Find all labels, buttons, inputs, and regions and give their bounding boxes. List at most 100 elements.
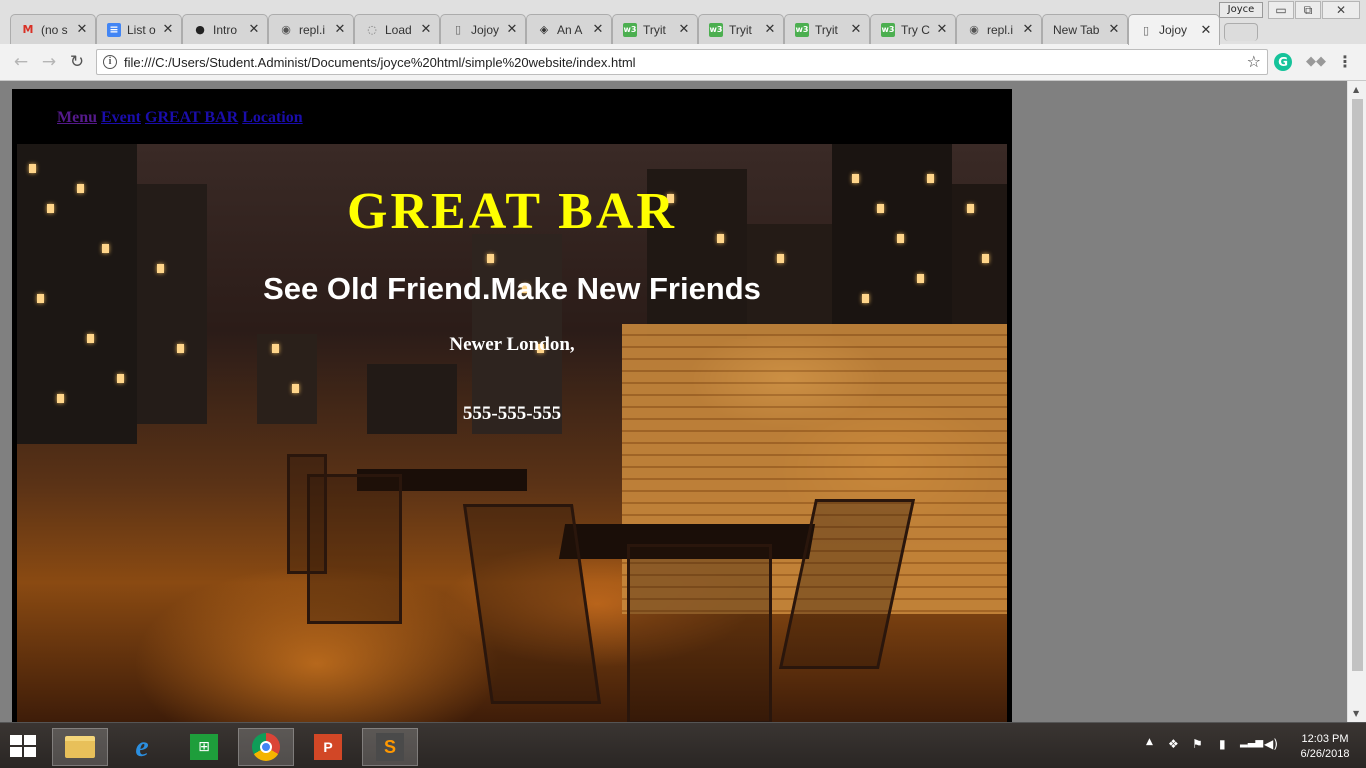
tab-4[interactable]: ◉ repl.i ✕	[268, 14, 354, 44]
minimize-button[interactable]: ▭	[1268, 1, 1294, 19]
codepen-icon: ◈	[539, 23, 549, 36]
nav-link-menu[interactable]: Menu	[57, 109, 97, 126]
scroll-down-arrow-icon[interactable]: ▼	[1353, 709, 1359, 718]
tab-label: Load	[385, 22, 412, 37]
close-tab-icon[interactable]: ✕	[1021, 22, 1035, 37]
docs-icon: ≡	[107, 22, 121, 37]
volume-icon[interactable]: ◀)	[1264, 737, 1278, 751]
tab-8[interactable]: w3 Tryit ✕	[612, 14, 698, 44]
network-icon[interactable]: ▂▃▅	[1240, 737, 1263, 748]
loading-icon: ◌	[367, 23, 377, 36]
tab-label: An A	[557, 22, 583, 37]
gmail-icon: M	[22, 23, 34, 36]
url-text[interactable]: file:///C:/Users/Student.Administ/Docume…	[124, 55, 636, 70]
page-icon: ▯	[454, 23, 462, 36]
close-tab-icon[interactable]: ✕	[505, 22, 519, 37]
tab-label: Jojoy	[471, 22, 500, 37]
tab-label: New Tab	[1053, 22, 1100, 37]
clock-date: 6/26/2018	[1300, 748, 1350, 760]
restore-button[interactable]: ⧉	[1295, 1, 1321, 19]
tab-3[interactable]: ● Intro ✕	[182, 14, 268, 44]
grammarly-icon[interactable]: G	[1274, 53, 1292, 71]
clock-time: 12:03 PM	[1301, 733, 1349, 745]
tab-6[interactable]: ▯ Jojoy ✕	[440, 14, 526, 44]
hero-tagline: See Old Friend.Make New Friends	[263, 271, 761, 306]
close-tab-icon[interactable]: ✕	[677, 22, 691, 37]
close-tab-icon[interactable]: ✕	[1107, 22, 1121, 37]
vertical-scrollbar[interactable]: ▲ ▼	[1347, 81, 1366, 722]
close-tab-icon[interactable]: ✕	[161, 22, 175, 37]
tab-label: repl.i	[299, 22, 326, 37]
clock[interactable]: 12:03 PM 6/26/2018	[1290, 732, 1360, 762]
tab-label: List o	[127, 22, 156, 37]
close-tab-icon[interactable]: ✕	[419, 22, 433, 37]
hero-image: GREAT BAR See Old Friend.Make New Friend…	[17, 144, 1007, 722]
powerpoint-icon[interactable]: P	[300, 728, 356, 766]
hero-title: GREAT BAR	[347, 183, 677, 240]
close-tab-icon[interactable]: ✕	[1199, 23, 1213, 38]
tab-14[interactable]: ▯ Jojoy ✕	[1128, 14, 1220, 45]
w3schools-icon: w3	[881, 22, 895, 37]
close-tab-icon[interactable]: ✕	[849, 22, 863, 37]
scrollbar-thumb[interactable]	[1352, 99, 1363, 671]
new-tab-button[interactable]	[1224, 23, 1258, 41]
tab-label: (no s	[41, 22, 68, 37]
nav-link-great-bar[interactable]: GREAT BAR	[145, 109, 238, 126]
store-icon[interactable]: ⊞	[176, 728, 232, 766]
close-window-button[interactable]: ✕	[1322, 1, 1360, 19]
scroll-up-arrow-icon[interactable]: ▲	[1353, 85, 1359, 94]
address-bar[interactable]: i file:///C:/Users/Student.Administ/Docu…	[96, 49, 1268, 75]
close-tab-icon[interactable]: ✕	[935, 22, 949, 37]
tab-label: repl.i	[987, 22, 1014, 37]
tab-1[interactable]: M (no s ✕	[10, 14, 96, 44]
battery-icon[interactable]: ▮	[1219, 737, 1226, 751]
close-tab-icon[interactable]: ✕	[75, 22, 89, 37]
file-explorer-icon[interactable]	[52, 728, 108, 766]
github-icon: ●	[195, 23, 205, 36]
hero-phone: 555-555-555	[462, 403, 562, 424]
nav-link-event[interactable]: Event	[101, 109, 141, 126]
chrome-icon[interactable]	[238, 728, 294, 766]
forward-button[interactable]: →	[38, 51, 60, 73]
tab-12[interactable]: ◉ repl.i ✕	[956, 14, 1042, 44]
back-button[interactable]: ←	[10, 51, 32, 73]
tab-strip: Joyce ▭ ⧉ ✕ M (no s ✕ ≡ List o ✕ ● Intro ✕ ◉ repl.…	[0, 0, 1366, 45]
tab-7[interactable]: ◈ An A ✕	[526, 14, 612, 44]
w3schools-icon: w3	[709, 22, 723, 37]
tab-10[interactable]: w3 Tryit ✕	[784, 14, 870, 44]
info-icon[interactable]: i	[103, 55, 117, 69]
flag-icon[interactable]: ⚑	[1192, 737, 1203, 751]
tab-2[interactable]: ≡ List o ✕	[96, 14, 182, 44]
close-tab-icon[interactable]: ✕	[763, 22, 777, 37]
taskbar: e ⊞ P S ▲ ❖ ⚑ ▮ ▂▃▅ ◀) 12:03 PM 6/26/201…	[0, 722, 1366, 768]
tab-11[interactable]: w3 Try C ✕	[870, 14, 956, 44]
browser-toolbar: ← → ↻ i file:///C:/Users/Student.Adminis…	[0, 44, 1366, 81]
tab-5[interactable]: ◌ Load ✕	[354, 14, 440, 44]
tab-label: Try C	[901, 22, 930, 37]
nav-link-location[interactable]: Location	[242, 109, 302, 126]
start-button[interactable]	[10, 735, 38, 759]
w3schools-icon: w3	[623, 22, 637, 37]
page-viewport: Menu Event GREAT BAR Location GREAT BAR …	[0, 81, 1347, 722]
website-container: Menu Event GREAT BAR Location GREAT BAR …	[12, 89, 1012, 722]
show-hidden-icons-icon[interactable]: ▲	[1146, 737, 1153, 747]
tab-9[interactable]: w3 Tryit ✕	[698, 14, 784, 44]
repl-icon: ◉	[969, 23, 979, 36]
sublime-text-icon[interactable]: S	[362, 728, 418, 766]
tab-label: Tryit	[729, 22, 752, 37]
close-tab-icon[interactable]: ✕	[591, 22, 605, 37]
browser-chrome: Joyce ▭ ⧉ ✕ M (no s ✕ ≡ List o ✕ ● Intro ✕ ◉ repl.…	[0, 0, 1366, 81]
site-nav: Menu Event GREAT BAR Location	[57, 109, 303, 127]
bookmark-star-icon[interactable]: ☆	[1247, 52, 1261, 71]
close-tab-icon[interactable]: ✕	[247, 22, 261, 37]
page-icon: ▯	[1142, 23, 1150, 37]
browser-menu-icon[interactable]: ⋮	[1336, 53, 1354, 71]
internet-explorer-icon[interactable]: e	[114, 728, 170, 766]
reload-button[interactable]: ↻	[66, 51, 88, 73]
close-tab-icon[interactable]: ✕	[333, 22, 347, 37]
profile-button[interactable]: Joyce	[1219, 2, 1263, 18]
dropbox-icon[interactable]: ◆◆	[1306, 53, 1326, 71]
dropbox-tray-icon[interactable]: ❖	[1168, 737, 1179, 751]
tab-13[interactable]: New Tab ✕	[1042, 14, 1128, 44]
hero-city: Newer London,	[449, 334, 575, 355]
